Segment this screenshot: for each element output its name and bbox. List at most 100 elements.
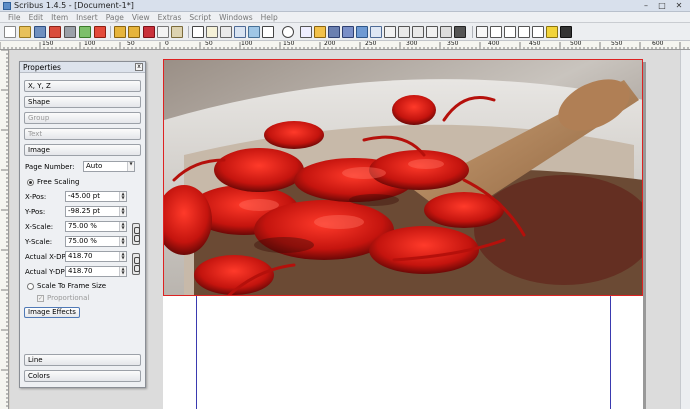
unlink-frames-icon[interactable] [412,26,424,38]
undo-icon[interactable] [114,26,126,38]
section-group[interactable]: Group [24,112,141,124]
eyedropper-icon[interactable] [454,26,466,38]
free-scaling-radio[interactable] [27,179,34,186]
vertical-ruler[interactable] [0,50,9,409]
crawfish-photo [164,60,642,295]
polygon-icon[interactable] [282,26,294,38]
menu-windows[interactable]: Windows [215,12,256,22]
x-scale-input[interactable]: 75.00 % ▲ ▼ [65,221,127,232]
text-frame-icon[interactable] [206,26,218,38]
menu-extras[interactable]: Extras [154,12,186,22]
properties-palette[interactable]: Properties x X, Y, Z Shape Group Text Im… [19,61,146,388]
vertical-scrollbar[interactable] [680,50,690,409]
preflight-icon[interactable] [79,26,91,38]
line-icon[interactable] [300,26,312,38]
section-image[interactable]: Image [24,144,141,156]
link-frames-icon[interactable] [398,26,410,38]
scale-to-frame-radio[interactable] [27,283,34,290]
proportional-checkbox[interactable]: ✓ [37,295,44,302]
cut-icon[interactable] [143,26,155,38]
menu-script[interactable]: Script [185,12,215,22]
menu-file[interactable]: File [4,12,25,22]
zoom-icon[interactable] [356,26,368,38]
open-folder-icon[interactable] [19,26,31,38]
actual-x-dpi-value: 418.70 [68,252,93,260]
pdf-text-field-icon[interactable] [490,26,502,38]
close-document-icon[interactable] [49,26,61,38]
rotate-icon[interactable] [342,26,354,38]
pdf-push-button-icon[interactable] [476,26,488,38]
x-pos-label: X-Pos: [25,193,47,201]
minimize-button[interactable]: – [640,1,652,11]
copy-properties-icon[interactable] [440,26,452,38]
menu-insert[interactable]: Insert [72,12,102,22]
spin-arrows-icon[interactable]: ▲ ▼ [119,192,126,201]
page-number-select[interactable]: Auto ▼ [83,161,135,172]
properties-title: Properties [23,63,61,72]
print-icon[interactable] [64,26,76,38]
edit-contents-icon[interactable] [370,26,382,38]
link-scale-chain-icon[interactable] [132,223,140,245]
section-shape[interactable]: Shape [24,96,141,108]
bezier-icon[interactable] [314,26,326,38]
x-pos-input[interactable]: -45.00 pt ▲ ▼ [65,191,127,202]
new-document-icon[interactable] [4,26,16,38]
menu-bar: File Edit Item Insert Page View Extras S… [0,12,690,23]
y-scale-input[interactable]: 75.00 % ▲ ▼ [65,236,127,247]
spin-arrows-icon[interactable]: ▲ ▼ [119,237,126,246]
close-button[interactable]: ✕ [673,1,685,11]
text-annotation-icon[interactable] [546,26,558,38]
section-line[interactable]: Line [24,354,141,366]
image-frame-icon[interactable] [220,26,232,38]
redo-icon[interactable] [128,26,140,38]
main-toolbar [0,23,690,41]
image-frame[interactable] [163,59,643,296]
select-icon[interactable] [192,26,204,38]
section-text[interactable]: Text [24,128,141,140]
copy-icon[interactable] [157,26,169,38]
pdf-checkbox-icon[interactable] [504,26,516,38]
page-number-value: Auto [86,162,103,170]
spin-arrows-icon[interactable]: ▲ ▼ [119,207,126,216]
render-frame-icon[interactable] [234,26,246,38]
menu-edit[interactable]: Edit [25,12,48,22]
table-icon[interactable] [248,26,260,38]
x-scale-label: X-Scale: [25,223,54,231]
title-bar: Scribus 1.4.5 - [Document-1*] – □ ✕ [0,0,690,12]
toolbar-separator [472,26,473,38]
actual-x-dpi-label: Actual X-DPI: [25,253,71,261]
link-dpi-chain-icon[interactable] [132,253,140,275]
pdf-combo-box-icon[interactable] [518,26,530,38]
spin-arrows-icon[interactable]: ▲ ▼ [119,222,126,231]
window-title: Scribus 1.4.5 - [Document-1*] [14,1,134,10]
maximize-button[interactable]: □ [656,1,668,11]
close-icon[interactable]: x [135,63,143,71]
spin-arrows-icon[interactable]: ▲ ▼ [119,267,126,276]
horizontal-ruler[interactable]: 150 100 50 0 50 100 150 200 250 300 350 … [0,41,690,50]
y-pos-input[interactable]: -98.25 pt ▲ ▼ [65,206,127,217]
paste-icon[interactable] [171,26,183,38]
pdf-list-box-icon[interactable] [532,26,544,38]
menu-page[interactable]: Page [102,12,128,22]
actual-y-dpi-input[interactable]: 418.70 ▲ ▼ [65,266,127,277]
spin-arrows-icon[interactable]: ▲ ▼ [119,252,126,261]
freehand-icon[interactable] [328,26,340,38]
edit-text-icon[interactable] [384,26,396,38]
shape-icon[interactable] [262,26,274,38]
properties-title-bar[interactable]: Properties x [20,62,145,73]
y-scale-value: 75.00 % [68,237,97,245]
x-pos-value: -45.00 pt [68,192,100,200]
save-icon[interactable] [34,26,46,38]
export-pdf-icon[interactable] [94,26,106,38]
link-annotation-icon[interactable] [560,26,572,38]
actual-x-dpi-input[interactable]: 418.70 ▲ ▼ [65,251,127,262]
measure-icon[interactable] [426,26,438,38]
menu-help[interactable]: Help [257,12,282,22]
section-xyz[interactable]: X, Y, Z [24,80,141,92]
menu-view[interactable]: View [128,12,154,22]
image-effects-button[interactable]: Image Effects [24,307,80,318]
section-colors[interactable]: Colors [24,370,141,382]
menu-item[interactable]: Item [47,12,72,22]
ruler-ticks [0,42,689,49]
scale-to-frame-label: Scale To Frame Size [37,282,107,290]
